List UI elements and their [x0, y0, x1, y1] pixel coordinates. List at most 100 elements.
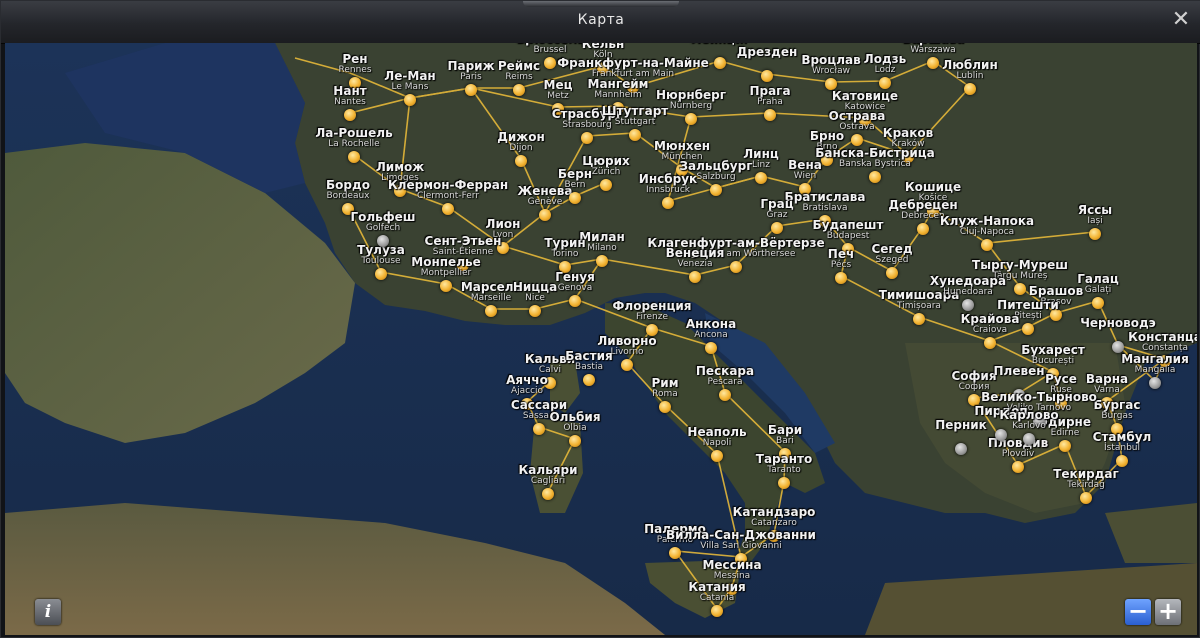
city-dot-icon: [869, 171, 881, 183]
city-dot-icon: [621, 359, 633, 371]
city-name: Перник: [935, 418, 987, 432]
city-dot-icon: [581, 132, 593, 144]
city-name: Ла-Рошель: [315, 126, 393, 140]
city-name: Ольбия: [549, 410, 601, 424]
city-dot-icon: [544, 57, 556, 69]
city-name: Плевен: [993, 364, 1045, 378]
city-dot-icon: [764, 109, 776, 121]
city-name: Банска-Бистрица: [815, 146, 935, 160]
city-name-latin: Graz: [766, 210, 788, 220]
city-name: Констанца: [1128, 330, 1197, 344]
city-dot-icon: [404, 94, 416, 106]
city-dot-icon: [984, 337, 996, 349]
city-name-latin: Cagliari: [530, 476, 566, 486]
city-dot-icon: [771, 222, 783, 234]
city-name-latin: Roma: [652, 389, 678, 399]
city-name-latin: Le Mans: [391, 82, 429, 92]
city-label: Тулуза Toulouse: [357, 244, 405, 266]
city-dot-icon: [730, 261, 742, 273]
city-name-latin: Lodz: [874, 65, 896, 75]
city-name-latin: Bratislava: [802, 203, 848, 213]
city-label: Плевен: [994, 365, 1045, 377]
city-name: Пескара: [695, 364, 755, 378]
info-button[interactable]: i: [35, 599, 61, 625]
zoom-out-button[interactable]: −: [1125, 599, 1151, 625]
city-label: Франкфурт-на-Майне Frankfurt am Main: [557, 57, 709, 79]
city-dot-icon: [600, 179, 612, 191]
city-label: Париж Paris: [447, 60, 494, 82]
city-name-latin: Paris: [460, 72, 482, 82]
city-label: Клуж-Напока Cluj-Napoca: [940, 215, 1034, 237]
city-dot-icon: [689, 271, 701, 283]
city-name: Нант: [333, 84, 367, 98]
map-viewport[interactable]: ВаршаваWarszawaЛодзьLodzЛейпцигБрюссельB…: [5, 43, 1197, 635]
city-name-latin: Timișoara: [897, 301, 941, 311]
city-label: ВаршаваWarszawa: [902, 43, 964, 55]
city-name: Крайова: [960, 312, 1020, 326]
city-dot-icon: [1023, 433, 1035, 445]
city-label: Галац Galați: [1077, 273, 1119, 295]
city-label: Рен Rennes: [338, 53, 371, 75]
title-bar[interactable]: Карта ✕: [1, 1, 1200, 44]
city-name: Нюрнберг: [656, 88, 726, 102]
city-name: Кельн: [581, 43, 625, 51]
city-dot-icon: [440, 280, 452, 292]
city-label: Клермон-Ферран Clermont-Ferr: [388, 179, 508, 201]
city-name-latin: Nantes: [334, 97, 366, 107]
city-name: Франкфурт-на-Майне: [557, 56, 709, 70]
city-name-latin: Tekirdağ: [1067, 480, 1105, 490]
city-label: Банска-Бистрица Banska Bystrica: [815, 147, 934, 169]
city-dot-icon: [964, 83, 976, 95]
city-dot-icon: [583, 374, 595, 386]
city-name: Генуя: [555, 270, 595, 284]
city-label: Дижон Dijon: [497, 131, 545, 153]
city-dot-icon: [629, 129, 641, 141]
city-name: Ле-Ман: [384, 69, 436, 83]
city-name: Сент-Этьен: [424, 234, 502, 248]
city-label: Флоренция Firenze: [613, 300, 692, 322]
city-dot-icon: [596, 255, 608, 267]
city-name-latin: Dijon: [509, 143, 533, 153]
city-label: Стамбул İstanbul: [1093, 431, 1152, 453]
city-name: Кальяри: [518, 463, 578, 477]
city-name: Рим: [651, 376, 679, 390]
city-name: Мессина: [702, 558, 762, 572]
city-dot-icon: [659, 401, 671, 413]
city-label: Дрезден: [737, 46, 798, 58]
close-icon[interactable]: ✕: [1169, 8, 1193, 32]
city-label: Хунедоара Hunedoara: [930, 275, 1006, 297]
city-name-latin: Golfech: [365, 223, 401, 233]
city-label: Штутгарт Stuttgart: [602, 105, 668, 127]
city-dot-icon: [879, 77, 891, 89]
city-dot-icon: [465, 84, 477, 96]
city-label: Ольбия Olbia: [549, 411, 600, 433]
city-name: Ницца: [512, 280, 558, 294]
city-name: Цюрих: [582, 154, 630, 168]
city-name: Дижон: [497, 130, 545, 144]
city-name: Мец: [543, 78, 573, 92]
city-name: Люблин: [942, 58, 998, 72]
city-label: Пескара Pescara: [696, 365, 754, 387]
zoom-in-button[interactable]: +: [1155, 599, 1181, 625]
city-label: Генуя Genova: [555, 271, 595, 293]
city-name-latin: İstanbul: [1103, 443, 1141, 453]
city-name-latin: Pécs: [830, 260, 852, 270]
city-label: Милан Milano: [579, 231, 625, 253]
city-label: Констанца Constanța: [1128, 331, 1197, 353]
city-dot-icon: [442, 203, 454, 215]
city-name-latin: Milano: [587, 243, 617, 253]
city-label: Черноводэ: [1080, 317, 1156, 329]
city-dot-icon: [542, 488, 554, 500]
city-dot-icon: [981, 239, 993, 251]
city-name: Вилла-Сан-Джованни: [666, 528, 816, 542]
city-name: Рен: [342, 52, 368, 66]
city-label: Инсбрук Innsbruck: [639, 173, 697, 195]
city-label: Вроцлав Wrocław: [801, 54, 860, 76]
city-name: Реймс: [497, 59, 541, 73]
city-dot-icon: [705, 342, 717, 354]
city-name: Анкона: [685, 317, 737, 331]
city-dot-icon: [1059, 440, 1071, 452]
city-name: Инсбрук: [638, 172, 698, 186]
city-label: Крайова Craiova: [961, 313, 1020, 335]
city-name: Краков: [882, 126, 934, 140]
